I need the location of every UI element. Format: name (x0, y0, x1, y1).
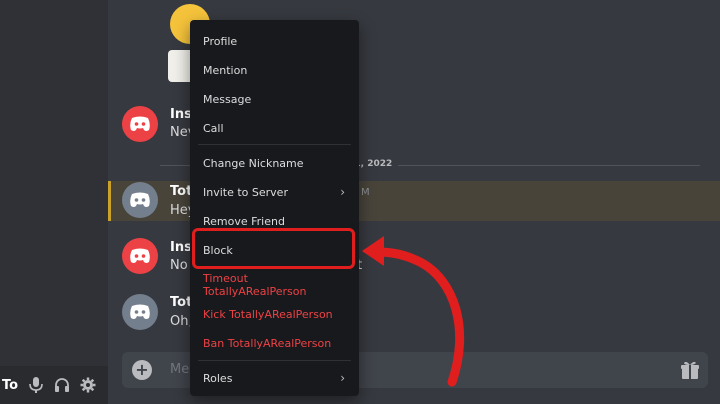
message-timestamp: M (361, 187, 370, 198)
settings-gear-icon[interactable] (80, 377, 96, 393)
discord-logo-avatar[interactable] (122, 182, 158, 218)
user-context-menu: Profile Mention Message Call Change Nick… (190, 20, 359, 396)
channel-sidebar (0, 0, 108, 404)
menu-item-timeout[interactable]: Timeout TotallyARealPerson (198, 272, 351, 298)
block-highlight-box (192, 228, 355, 269)
menu-item-label: Roles (203, 371, 233, 385)
composer-placeholder: Me (170, 362, 190, 377)
add-attachment-icon[interactable]: + (132, 360, 152, 380)
message-author[interactable]: Tot (170, 295, 192, 310)
menu-item-roles[interactable]: Roles › (198, 365, 351, 391)
menu-item-mention[interactable]: Mention (198, 57, 351, 83)
user-panel: To (0, 366, 108, 404)
menu-item-invite-to-server[interactable]: Invite to Server › (198, 179, 351, 205)
menu-separator (198, 144, 351, 145)
discord-logo-avatar[interactable] (122, 294, 158, 330)
headphones-icon[interactable] (54, 377, 70, 393)
chevron-right-icon: › (340, 185, 345, 199)
message-text: No (170, 258, 188, 273)
menu-item-label: Invite to Server (203, 185, 288, 199)
user-panel-username[interactable]: To (2, 378, 18, 393)
discord-logo-avatar[interactable] (122, 238, 158, 274)
menu-separator (198, 360, 351, 361)
chevron-right-icon: › (340, 371, 345, 385)
discord-logo-avatar[interactable] (122, 106, 158, 142)
menu-item-ban[interactable]: Ban TotallyARealPerson (198, 330, 351, 356)
gift-icon[interactable] (680, 360, 700, 380)
microphone-icon[interactable] (28, 377, 44, 393)
menu-item-call[interactable]: Call (198, 115, 351, 141)
message-author[interactable]: Tot (170, 184, 192, 199)
menu-item-message[interactable]: Message (198, 86, 351, 112)
menu-item-kick[interactable]: Kick TotallyARealPerson (198, 301, 351, 327)
menu-item-change-nickname[interactable]: Change Nickname (198, 150, 351, 176)
menu-item-profile[interactable]: Profile (198, 28, 351, 54)
